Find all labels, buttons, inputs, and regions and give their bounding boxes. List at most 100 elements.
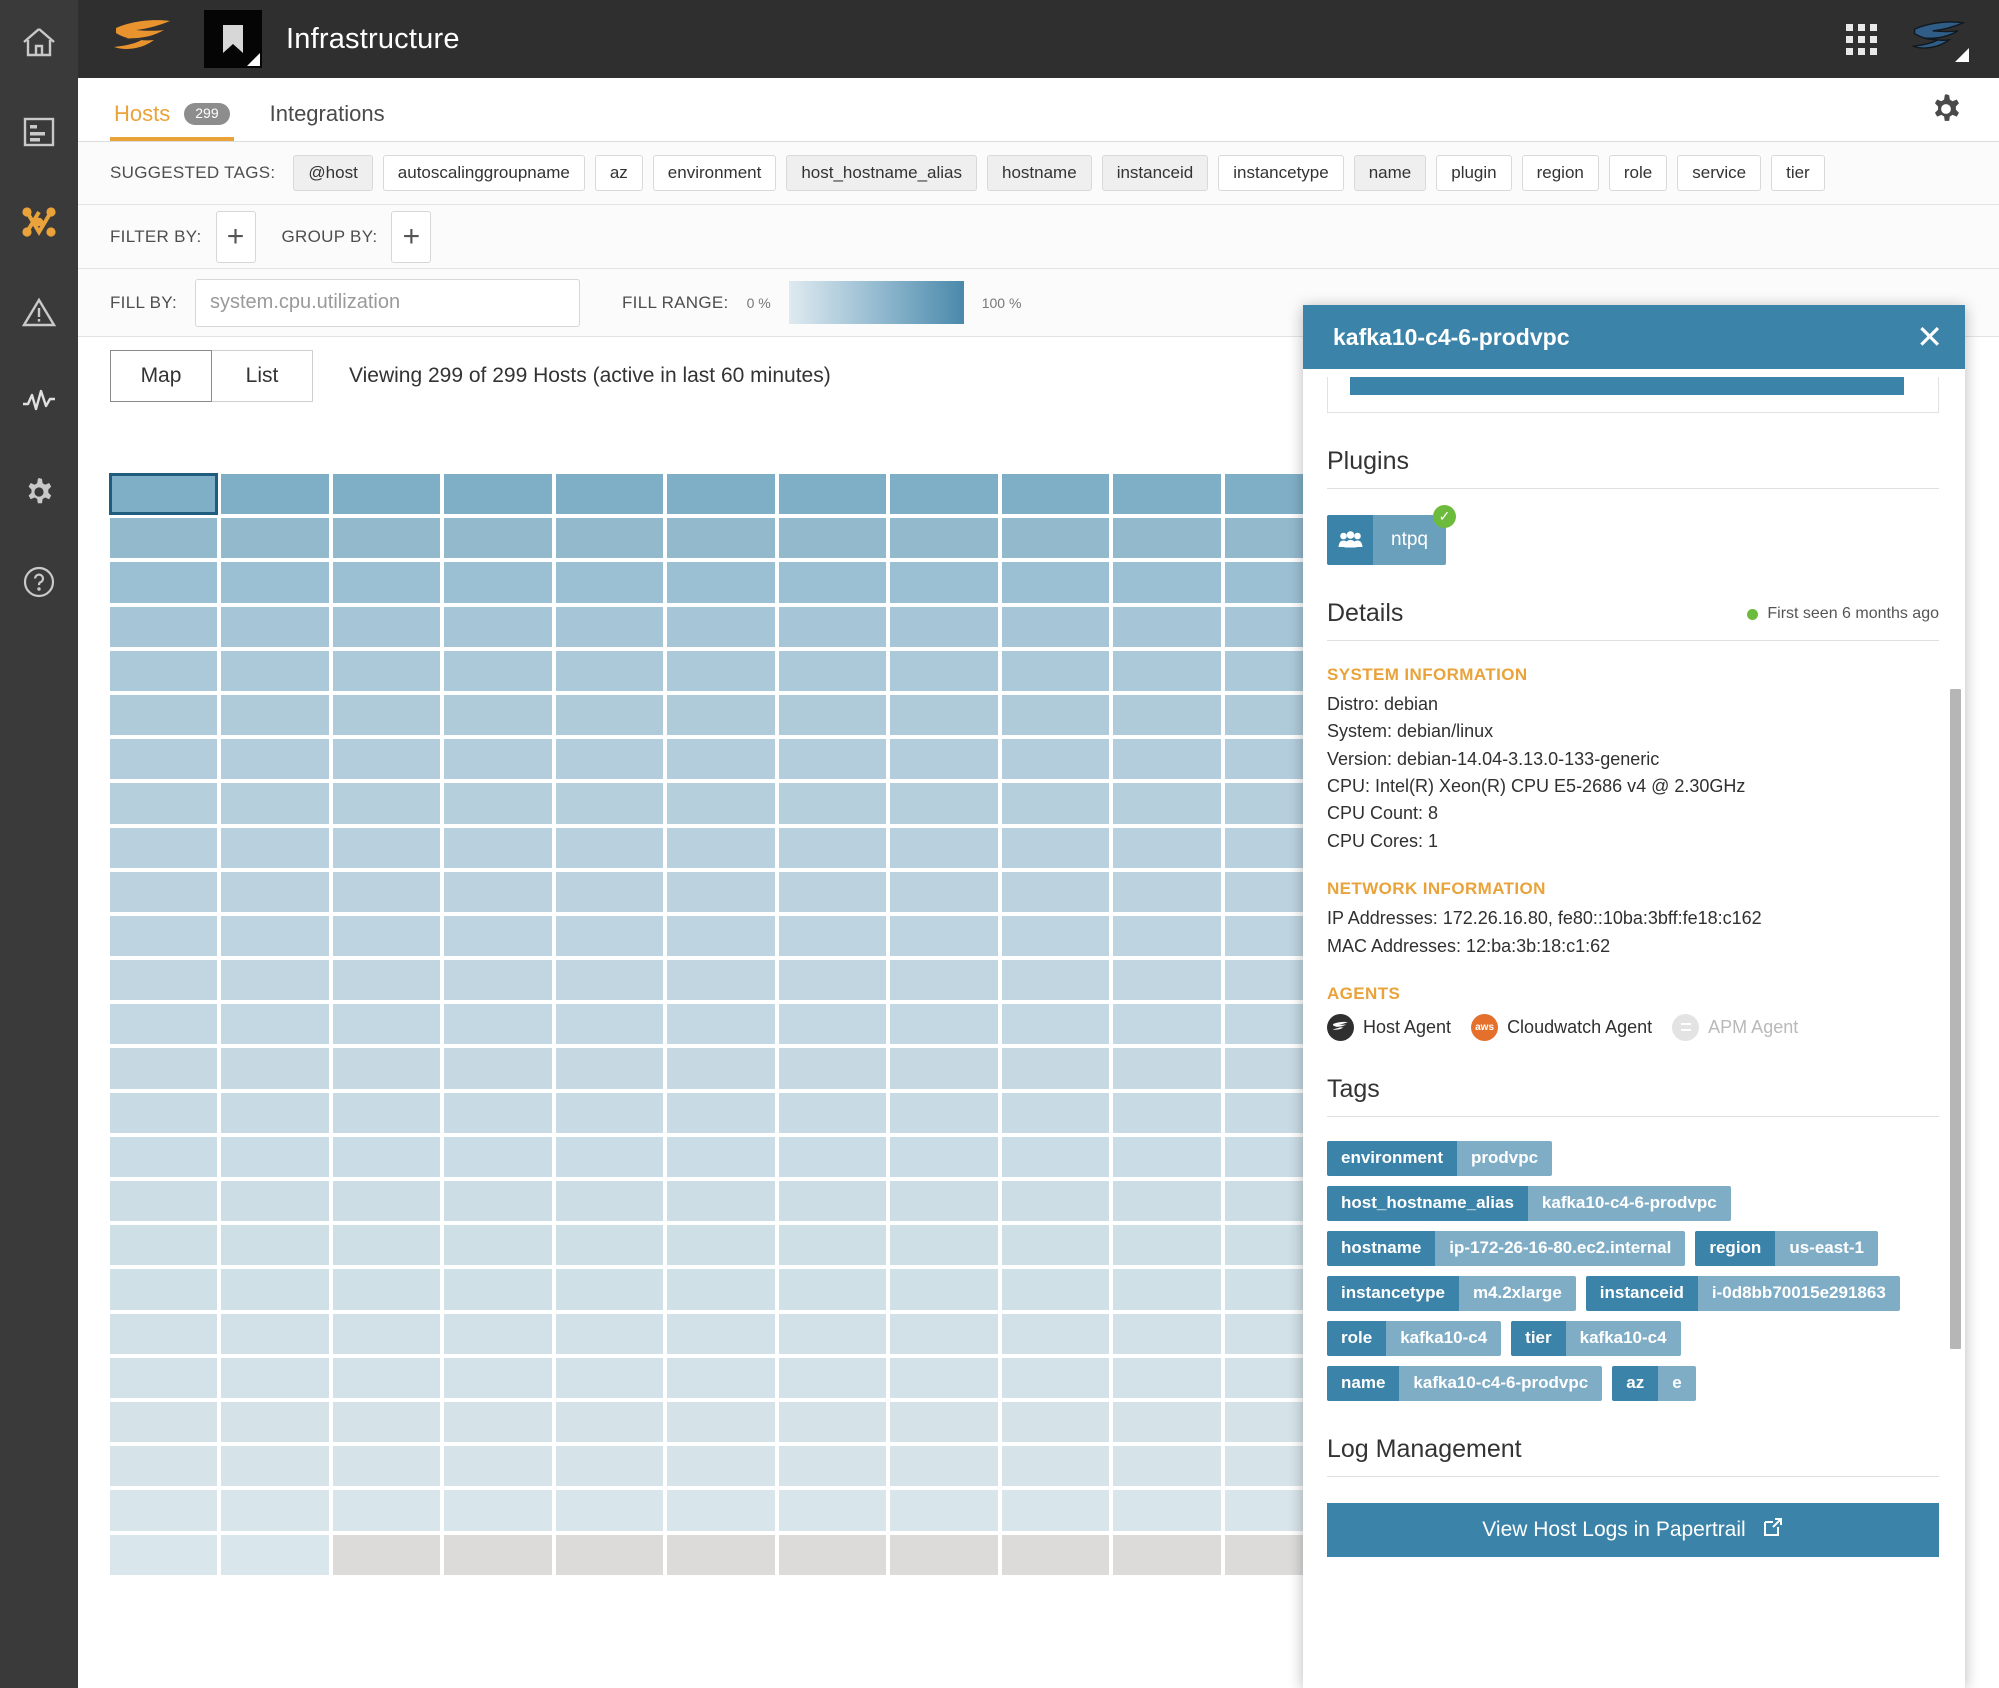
host-map-cell[interactable] (890, 915, 998, 957)
host-map-cell[interactable] (221, 1004, 329, 1045)
tag-pill[interactable]: az e (1612, 1365, 1696, 1401)
host-map-cell[interactable] (1001, 960, 1110, 1001)
host-map-cell[interactable] (221, 1446, 329, 1487)
host-map-cell[interactable] (890, 960, 998, 1001)
host-map-cell[interactable] (890, 1490, 998, 1531)
host-map-cell[interactable] (1113, 1357, 1221, 1398)
host-map-cell[interactable] (1001, 1269, 1110, 1310)
host-map-cell[interactable] (555, 650, 664, 691)
host-map-cell[interactable] (1113, 915, 1221, 957)
host-map-cell[interactable] (110, 1269, 218, 1310)
host-map-cell[interactable] (667, 915, 775, 957)
host-map-cell[interactable] (110, 1004, 218, 1045)
host-map-cell-inactive[interactable] (555, 1534, 664, 1575)
host-map-cell[interactable] (667, 474, 775, 515)
suggested-tag-host-hostname-alias[interactable]: host_hostname_alias (786, 154, 978, 192)
host-map-cell[interactable] (667, 562, 775, 603)
host-map-cell[interactable] (444, 1225, 552, 1266)
suggested-tag-name[interactable]: name (1353, 154, 1427, 192)
host-map-cell[interactable] (110, 1181, 218, 1222)
view-toggle-map[interactable]: Map (110, 350, 212, 402)
host-map-cell[interactable] (1001, 1401, 1110, 1443)
host-map-cell[interactable] (110, 1313, 218, 1354)
host-map-cell[interactable] (1001, 783, 1110, 824)
host-map-cell[interactable] (890, 1225, 998, 1266)
close-icon[interactable]: ✕ (1916, 321, 1943, 353)
host-map-cell[interactable] (1001, 1136, 1110, 1177)
host-map-cell[interactable] (221, 650, 329, 691)
host-map-cell[interactable] (555, 1401, 664, 1443)
host-map-cell[interactable] (332, 1004, 441, 1045)
host-map-cell[interactable] (1113, 1048, 1221, 1089)
host-map-cell[interactable] (1113, 474, 1221, 515)
gear-icon[interactable] (1929, 92, 1963, 131)
host-map-cell-inactive[interactable] (667, 1534, 775, 1575)
host-map-cell[interactable] (667, 1313, 775, 1354)
host-map-cell[interactable] (221, 915, 329, 957)
host-map-cell[interactable] (778, 827, 887, 868)
host-map-cell[interactable] (221, 1225, 329, 1266)
host-map-cell[interactable] (890, 1401, 998, 1443)
panel-scrollbar[interactable] (1950, 369, 1961, 1680)
host-map-cell[interactable] (1113, 783, 1221, 824)
host-map-cell[interactable] (110, 1401, 218, 1443)
host-map-cell[interactable] (332, 783, 441, 824)
host-map-cell[interactable] (1113, 518, 1221, 559)
host-map-cell[interactable] (332, 827, 441, 868)
host-map-cell[interactable] (555, 694, 664, 736)
host-map-cell[interactable] (1113, 871, 1221, 912)
host-map-cell[interactable] (332, 915, 441, 957)
host-map-cell[interactable] (444, 1048, 552, 1089)
help-icon[interactable] (15, 558, 63, 606)
host-map-cell[interactable] (667, 1004, 775, 1045)
host-map-cell[interactable] (1113, 1225, 1221, 1266)
tag-pill[interactable]: role kafka10-c4 (1327, 1320, 1502, 1356)
view-host-logs-button[interactable]: View Host Logs in Papertrail (1327, 1502, 1939, 1557)
host-map-cell-inactive[interactable] (332, 1534, 441, 1575)
host-map-cell[interactable] (555, 1490, 664, 1531)
host-map-cell[interactable] (444, 1313, 552, 1354)
host-map-cell[interactable] (332, 694, 441, 736)
host-map-cell[interactable] (332, 562, 441, 603)
host-map-cell[interactable] (444, 1357, 552, 1398)
host-map-cell[interactable] (1001, 650, 1110, 691)
host-map-cell[interactable] (1113, 1446, 1221, 1487)
host-map-cell[interactable] (1113, 827, 1221, 868)
host-map-cell[interactable] (444, 1136, 552, 1177)
host-map-cell[interactable] (1001, 562, 1110, 603)
host-map-cell[interactable] (667, 1136, 775, 1177)
host-map-cell[interactable] (555, 1446, 664, 1487)
host-map-cell[interactable] (332, 1092, 441, 1133)
host-map-cell[interactable] (890, 1446, 998, 1487)
host-map-cell[interactable] (221, 1534, 329, 1575)
tag-pill[interactable]: environment prodvpc (1327, 1140, 1553, 1176)
host-map-cell[interactable] (890, 694, 998, 736)
plugin-item-ntpq[interactable]: ntpq (1327, 515, 1446, 565)
host-map-cell[interactable] (1001, 1181, 1110, 1222)
host-map-cell[interactable] (332, 1490, 441, 1531)
host-map-cell[interactable] (110, 871, 218, 912)
host-map-cell[interactable] (444, 1181, 552, 1222)
host-map-cell[interactable] (221, 562, 329, 603)
host-map-cell[interactable] (110, 1490, 218, 1531)
host-map-cell[interactable] (778, 1181, 887, 1222)
host-map-cell[interactable] (778, 650, 887, 691)
host-map-cell[interactable] (332, 1269, 441, 1310)
host-map-cell[interactable] (1001, 1313, 1110, 1354)
host-map-cell[interactable] (667, 1225, 775, 1266)
host-map-cell[interactable] (555, 1004, 664, 1045)
host-map-cell[interactable] (1113, 1136, 1221, 1177)
host-map-cell[interactable] (110, 783, 218, 824)
suggested-tag-environment[interactable]: environment (652, 154, 777, 192)
host-map-cell[interactable] (221, 960, 329, 1001)
host-map-cell[interactable] (110, 518, 218, 559)
host-map-cell[interactable] (778, 960, 887, 1001)
host-map-cell[interactable] (444, 960, 552, 1001)
host-map-cell[interactable] (890, 1269, 998, 1310)
host-map-cell[interactable] (555, 1048, 664, 1089)
host-map-cell[interactable] (1113, 739, 1221, 780)
host-map-cell[interactable] (667, 960, 775, 1001)
host-map-cell[interactable] (778, 1313, 887, 1354)
host-map-cell[interactable] (444, 1490, 552, 1531)
host-map-cell[interactable] (890, 1092, 998, 1133)
